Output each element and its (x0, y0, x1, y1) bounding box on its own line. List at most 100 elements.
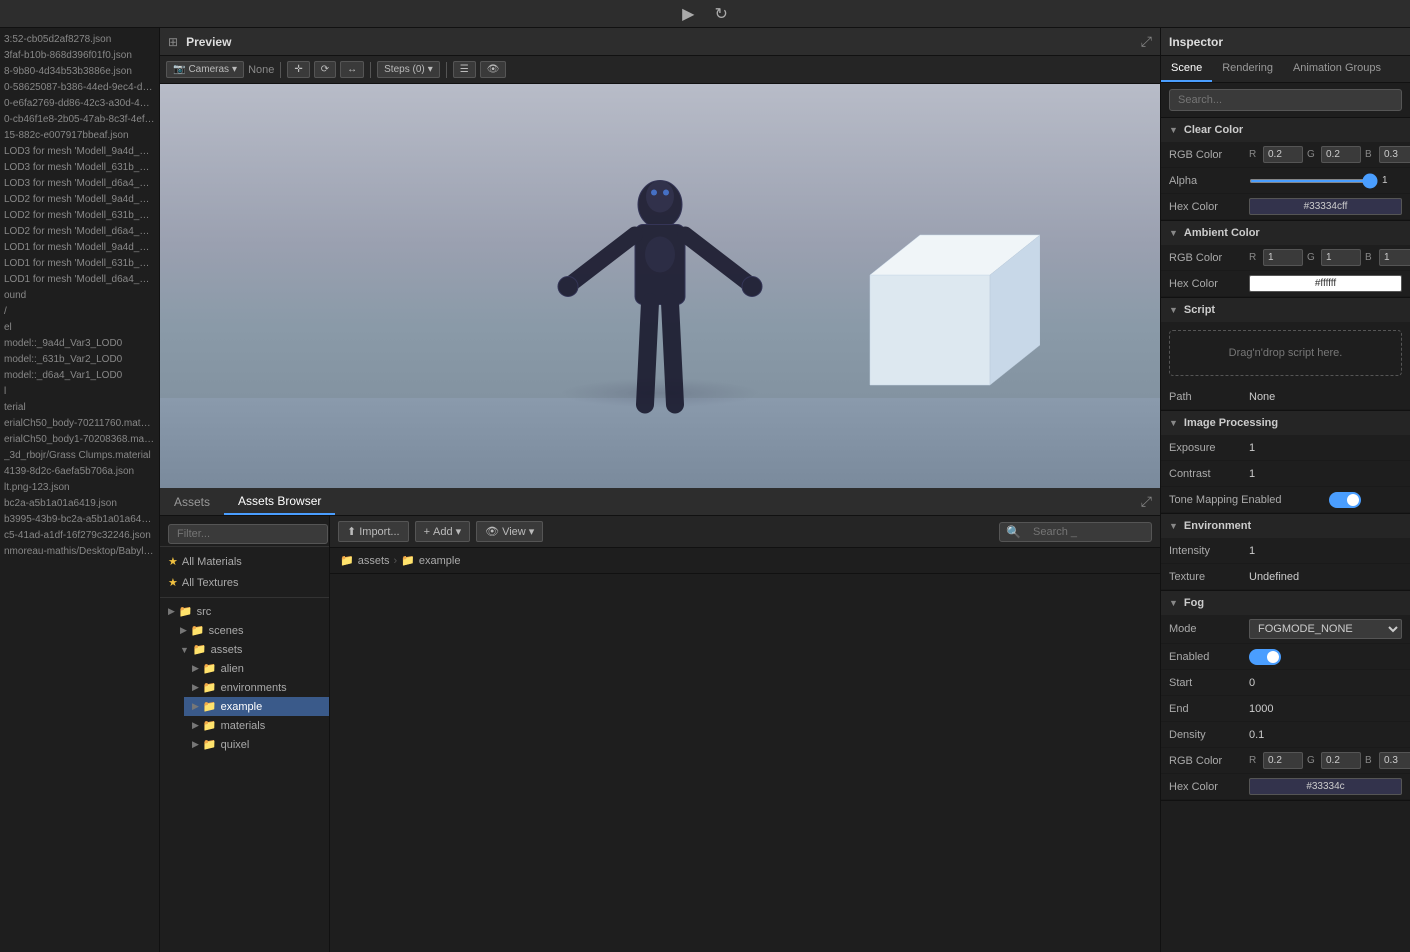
play-button[interactable]: ▶ (676, 2, 700, 26)
fog-mode-select[interactable]: FOGMODE_NONE (1249, 619, 1402, 639)
image-processing-header[interactable]: ▼ Image Processing (1161, 411, 1410, 435)
all-textures-item[interactable]: ★ All Textures (160, 572, 329, 593)
tab-scene[interactable]: Scene (1161, 56, 1212, 82)
scale-tool-button[interactable]: ↔ (340, 61, 364, 78)
g-input[interactable] (1321, 146, 1361, 163)
menu-button[interactable]: ☰ (453, 61, 476, 78)
alpha-slider[interactable] (1249, 179, 1378, 183)
inspector-search-input[interactable] (1169, 89, 1402, 111)
rotate-tool-button[interactable]: ⟳ (314, 61, 336, 78)
console-line: 3:52-cb05d2af8278.json (4, 32, 155, 48)
tone-mapping-toggle[interactable] (1329, 492, 1361, 508)
ambient-r-input[interactable] (1263, 249, 1303, 266)
viewport-canvas[interactable] (160, 84, 1160, 488)
fog-mode-label: Mode (1169, 623, 1249, 635)
tree-item-alien[interactable]: ▶ 📁 alien (184, 659, 329, 678)
b-label: B (1365, 149, 1375, 160)
contrast-value: 1 (1249, 468, 1255, 480)
ambient-b-input[interactable] (1379, 249, 1410, 266)
chevron-down-icon: ▼ (180, 645, 189, 655)
inspector-search (1161, 83, 1410, 118)
tree-item-src[interactable]: ▶ 📁 src (160, 602, 329, 621)
tab-rendering[interactable]: Rendering (1212, 56, 1283, 82)
script-header[interactable]: ▼ Script (1161, 298, 1410, 322)
fog-enabled-toggle[interactable] (1249, 649, 1281, 665)
console-line: erialCh50_body-70211760.material (4, 416, 155, 432)
import-button[interactable]: ⬆ Import... (338, 521, 409, 542)
bottom-panel-expand-button[interactable]: ⤢ (1133, 493, 1160, 510)
console-line: model::_9a4d_Var3_LOD0 (4, 336, 155, 352)
view-button[interactable]: 👁 View ▾ (476, 521, 543, 542)
tab-assets-browser[interactable]: Assets Browser (224, 488, 335, 515)
breadcrumb-folder-icon: 📁 (340, 554, 354, 567)
environment-header[interactable]: ▼ Environment (1161, 514, 1410, 538)
all-materials-item[interactable]: ★ All Materials (160, 551, 329, 572)
console-line: LOD1 for mesh 'Modell_631b_Var2_LOD0-e6f… (4, 256, 155, 272)
console-line: 0-e6fa2769-dd86-42c3-a30d-492a77227dcb.j… (4, 96, 155, 112)
console-line: model::_631b_Var2_LOD0 (4, 352, 155, 368)
character-svg (550, 125, 770, 445)
script-drop-zone[interactable]: Drag'n'drop script here. (1169, 330, 1402, 376)
assets-filter-input[interactable] (168, 524, 328, 544)
fog-g-input[interactable] (1321, 752, 1361, 769)
search-icon: 🔍 (1006, 525, 1021, 539)
tree-item-assets[interactable]: ▼ 📁 assets (172, 640, 329, 659)
refresh-button[interactable]: ↻ (708, 2, 733, 26)
clear-color-section: ▼ Clear Color RGB Color R G B Alpha (1161, 118, 1410, 221)
move-tool-button[interactable]: ✛ (287, 61, 309, 78)
rgb-color-label: RGB Color (1169, 149, 1249, 161)
fog-density-value: 0.1 (1249, 729, 1264, 741)
assets-content (330, 574, 1160, 952)
tree-item-scenes[interactable]: ▶ 📁 scenes (172, 621, 329, 640)
steps-button[interactable]: Steps (0) ▾ (377, 61, 440, 78)
ambient-rgb-inputs: R G B (1249, 249, 1410, 266)
inspector-panel: Inspector Scene Rendering Animation Grou… (1160, 28, 1410, 952)
console-panel: 3:52-cb05d2af8278.json 3faf-b10b-868d396… (0, 28, 160, 952)
clear-color-header[interactable]: ▼ Clear Color (1161, 118, 1410, 142)
r-input[interactable] (1263, 146, 1303, 163)
fog-start-value: 0 (1249, 677, 1255, 689)
breadcrumb-example[interactable]: example (419, 555, 461, 567)
eye-button[interactable]: 👁 (480, 61, 507, 78)
chevron-right-icon: ▶ (192, 720, 199, 731)
folder-icon: 📁 (203, 738, 217, 751)
fog-hex-row: Hex Color (1161, 774, 1410, 800)
texture-value: Undefined (1249, 571, 1299, 583)
ambient-color-header[interactable]: ▼ Ambient Color (1161, 221, 1410, 245)
tab-assets[interactable]: Assets (160, 488, 224, 515)
cameras-button[interactable]: 📷 Cameras ▾ (166, 61, 244, 78)
preview-toolbar: 📷 Cameras ▾ None ✛ ⟳ ↔ Steps (0) ▾ ☰ 👁 (160, 56, 1160, 84)
tree-item-quixel[interactable]: ▶ 📁 quixel (184, 735, 329, 754)
inspector-header: Inspector (1161, 28, 1410, 56)
breadcrumb-assets[interactable]: assets (358, 555, 390, 567)
fog-r-input[interactable] (1263, 752, 1303, 769)
tree-item-environments[interactable]: ▶ 📁 environments (184, 678, 329, 697)
preview-resize-btn[interactable]: ⊞ (168, 35, 178, 49)
fog-hex-input[interactable] (1249, 778, 1402, 795)
preview-header: ⊞ Preview ⤢ (160, 28, 1160, 56)
ambient-g-input[interactable] (1321, 249, 1361, 266)
preview-expand-button[interactable]: ⤢ (1141, 33, 1152, 50)
tree-item-materials[interactable]: ▶ 📁 materials (184, 716, 329, 735)
fog-header[interactable]: ▼ Fog (1161, 591, 1410, 615)
tab-animation-groups[interactable]: Animation Groups (1283, 56, 1391, 82)
tree-item-example[interactable]: ▶ 📁 example (184, 697, 329, 716)
console-line: LOD2 for mesh 'Modell_631b_Var2_LOD0-e6f… (4, 208, 155, 224)
inspector-tabs: Scene Rendering Animation Groups (1161, 56, 1410, 83)
assets-main: ⬆ Import... + Add ▾ 👁 View ▾ (330, 516, 1160, 952)
chevron-right-icon: ▶ (168, 606, 175, 617)
console-line: ound (4, 288, 155, 304)
fog-b-input[interactable] (1379, 752, 1410, 769)
assets-search-input[interactable] (1025, 523, 1145, 541)
collapse-icon: ▼ (1169, 521, 1178, 531)
collapse-icon: ▼ (1169, 418, 1178, 428)
cameras-icon: 📷 (173, 64, 185, 75)
hex-color-input[interactable] (1249, 198, 1402, 215)
console-line: LOD1 for mesh 'Modell_9a4d_Var3_LOD0-586… (4, 240, 155, 256)
ambient-hex-input[interactable] (1249, 275, 1402, 292)
folder-icon: 📁 (193, 643, 207, 656)
add-button[interactable]: + Add ▾ (415, 521, 471, 542)
b-input[interactable] (1379, 146, 1410, 163)
preview-title: Preview (186, 35, 231, 49)
fog-mode-row: Mode FOGMODE_NONE (1161, 615, 1410, 644)
